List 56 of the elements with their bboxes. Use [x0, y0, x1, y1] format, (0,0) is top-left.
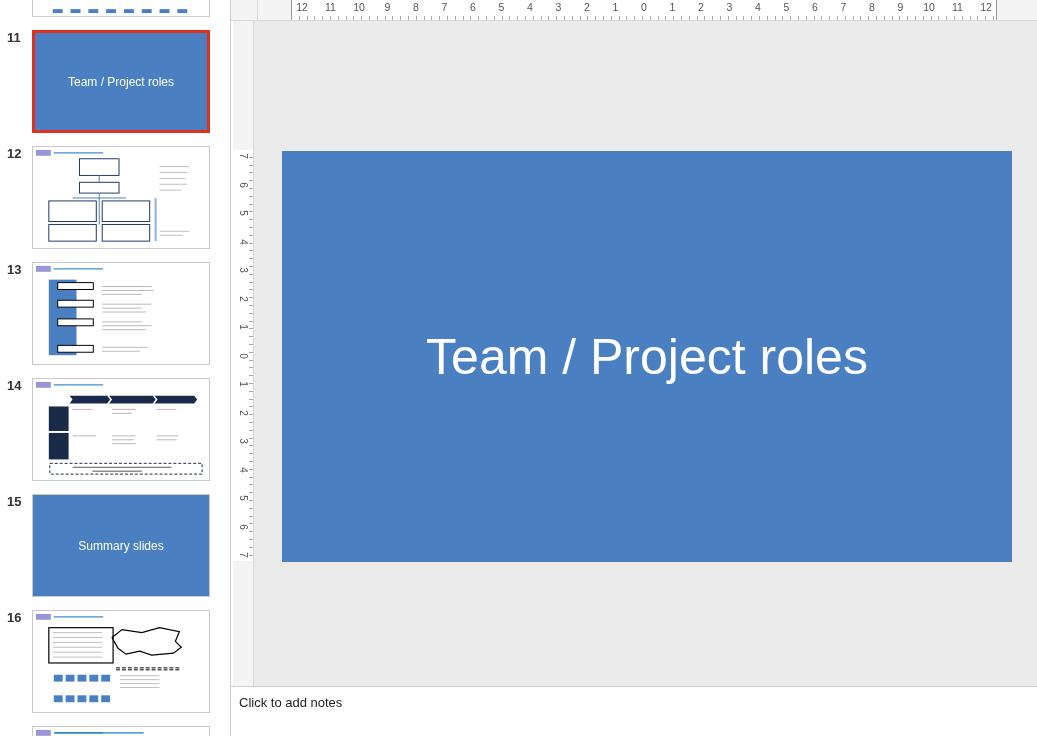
- ruler-number: 4: [754, 0, 762, 15]
- ruler-number: 9: [383, 0, 392, 15]
- ruler-number: 8: [412, 0, 420, 15]
- slide-number: 16: [7, 610, 22, 625]
- ruler-number: 3: [725, 0, 734, 15]
- slide-number: 15: [7, 494, 22, 509]
- ruler-number: 1: [611, 0, 620, 15]
- slide-thumbnail[interactable]: Summary slides: [32, 494, 210, 597]
- ruler-number: 6: [237, 181, 249, 188]
- ruler-number: 7: [839, 0, 848, 15]
- slide-number: 14: [7, 378, 22, 393]
- ruler-number: 11: [951, 0, 964, 15]
- ruler-number: 5: [237, 210, 249, 216]
- notes-field[interactable]: Click to add notes: [231, 686, 1037, 736]
- ruler-number: 4: [237, 238, 249, 245]
- ruler-number: 3: [237, 438, 249, 444]
- ruler-number: 2: [583, 0, 591, 15]
- ruler-number: 10: [352, 0, 366, 15]
- slide-thumbnail[interactable]: Team / Project roles: [32, 30, 210, 133]
- slide-number: 12: [7, 146, 22, 161]
- ruler-number: 4: [237, 466, 249, 473]
- ruler-number: 5: [497, 0, 506, 15]
- ruler-number: 2: [697, 0, 705, 15]
- slide-number: 13: [7, 262, 22, 277]
- thumbnail-title: Team / Project roles: [67, 74, 174, 89]
- ruler-number: 2: [237, 295, 249, 302]
- slide-title[interactable]: Team / Project roles: [426, 327, 868, 386]
- ruler-number: 5: [782, 0, 791, 15]
- ruler-number: 0: [640, 0, 648, 15]
- ruler-number: 2: [237, 409, 249, 416]
- ruler-number: 12: [979, 0, 993, 15]
- slide-canvas[interactable]: Team / Project roles: [282, 151, 1012, 562]
- ruler-number: 12: [295, 0, 309, 15]
- ruler-number: 7: [237, 552, 249, 558]
- ruler-number: 8: [868, 0, 876, 15]
- ruler-number: 5: [237, 495, 249, 501]
- slide-thumbnail[interactable]: [32, 610, 210, 713]
- ruler-number: 1: [668, 0, 677, 15]
- ruler-number: 7: [237, 153, 249, 159]
- ruler-number: 6: [237, 523, 249, 530]
- ruler-number: 6: [811, 0, 819, 15]
- ruler-number: 0: [237, 352, 249, 359]
- slide-thumbnail[interactable]: [32, 146, 210, 249]
- ruler-number: 7: [440, 0, 449, 15]
- slide-number: 11: [7, 30, 21, 45]
- ruler-number: 3: [554, 0, 563, 15]
- ruler-number: 9: [896, 0, 905, 15]
- slide-thumbnail[interactable]: [32, 262, 210, 365]
- ruler-number: 1: [237, 381, 249, 387]
- ruler-number: 10: [922, 0, 936, 15]
- ruler-number: 1: [237, 324, 249, 330]
- ruler-number: 11: [324, 0, 337, 15]
- ruler-number: 3: [237, 267, 249, 273]
- ruler-number: 4: [526, 0, 534, 15]
- ruler-number: 6: [469, 0, 477, 15]
- thumbnail-title: Summary slides: [78, 538, 164, 553]
